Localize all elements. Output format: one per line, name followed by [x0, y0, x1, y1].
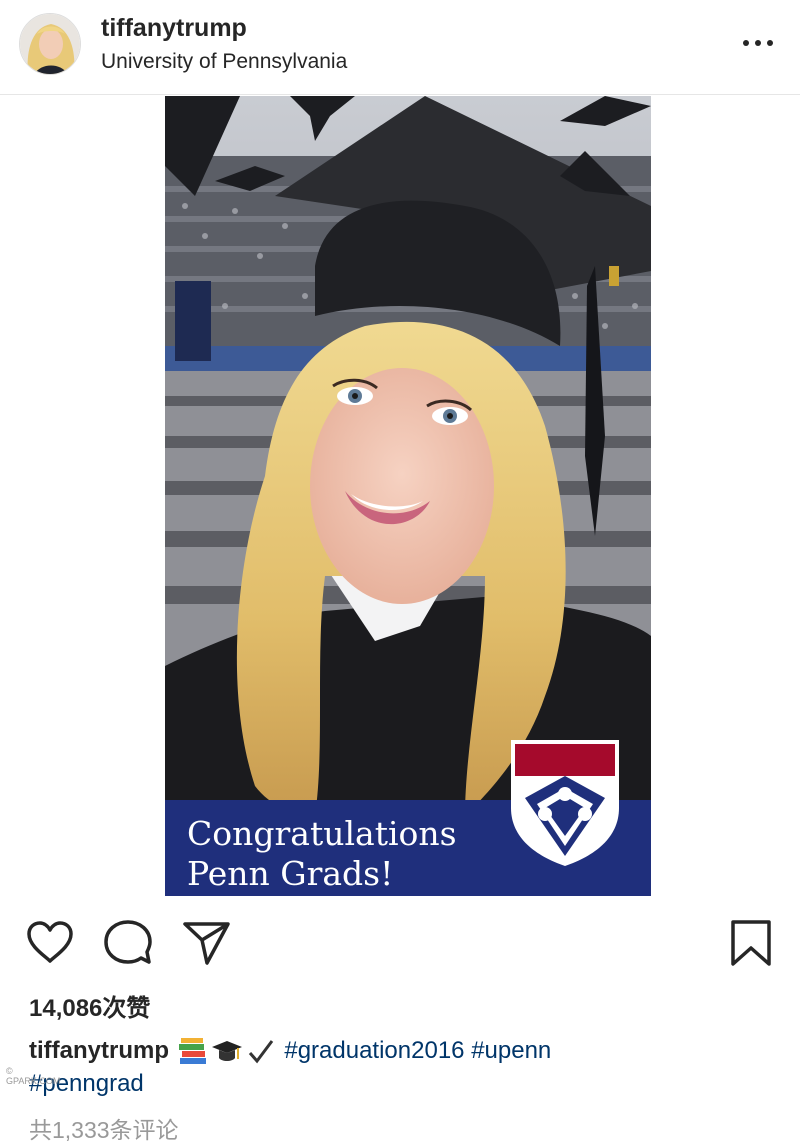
- penn-shield-icon: [509, 738, 621, 868]
- comment-icon[interactable]: [103, 918, 153, 968]
- banner-text: Congratulations Penn Grads!: [187, 814, 457, 894]
- post-header: tiffanytrump University of Pennsylvania: [0, 0, 800, 95]
- banner-line-2: Penn Grads!: [187, 854, 394, 893]
- post-location[interactable]: University of Pennsylvania: [101, 50, 347, 74]
- heart-icon[interactable]: [25, 918, 75, 968]
- more-options-icon[interactable]: [741, 31, 775, 55]
- post-photo[interactable]: Congratulations Penn Grads!: [165, 96, 651, 896]
- watermark-line-1: ©: [6, 1066, 23, 1076]
- post-username[interactable]: tiffanytrump: [101, 14, 247, 43]
- congratulations-banner: Congratulations Penn Grads!: [165, 740, 651, 896]
- avatar[interactable]: [19, 13, 81, 75]
- check-mark-emoji: [246, 1038, 276, 1066]
- likes-count[interactable]: 14,086次赞: [29, 988, 150, 1023]
- books-emoji: [178, 1037, 208, 1066]
- action-bar: [0, 910, 800, 974]
- banner-line-1: Congratulations: [187, 814, 457, 853]
- hashtag-upenn[interactable]: #upenn: [471, 1037, 551, 1064]
- watermark: © GPARK.COM: [6, 1066, 60, 1086]
- graduation-cap-emoji: [211, 1038, 242, 1066]
- view-comments-link[interactable]: 共1,333条评论: [29, 1111, 179, 1145]
- paper-plane-icon[interactable]: [182, 918, 232, 968]
- hashtag-graduation2016[interactable]: #graduation2016: [284, 1037, 464, 1064]
- watermark-line-2: GPARK.COM: [6, 1076, 61, 1086]
- caption-username[interactable]: tiffanytrump: [29, 1037, 169, 1064]
- bookmark-icon[interactable]: [726, 918, 776, 968]
- post-caption: tiffanytrump #graduation2016 #upenn #pen…: [29, 1034, 769, 1100]
